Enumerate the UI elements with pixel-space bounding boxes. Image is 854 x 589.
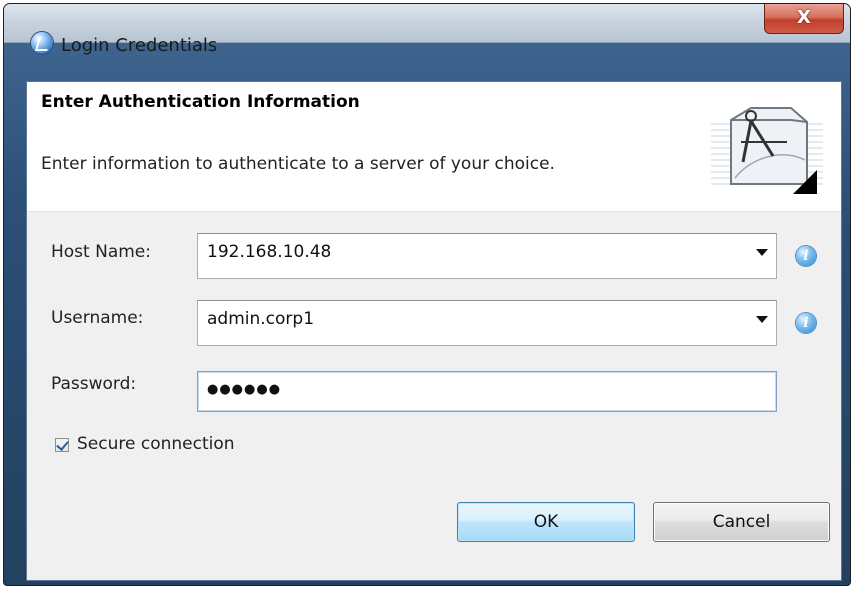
password-field[interactable]: ●●●●●● — [197, 371, 777, 412]
chevron-down-icon[interactable] — [756, 249, 768, 256]
compass-drafting-icon — [711, 107, 823, 194]
username-value: admin.corp1 — [207, 309, 315, 329]
username-combobox[interactable]: admin.corp1 — [197, 300, 777, 346]
info-icon[interactable]: i — [796, 246, 816, 266]
secure-connection-checkbox[interactable] — [55, 438, 69, 452]
header-description: Enter information to authenticate to a s… — [41, 154, 555, 174]
login-dialog-window: Login Credentials X Enter Authentication… — [3, 3, 851, 586]
dialog-body: Enter Authentication Information Enter i… — [26, 81, 842, 581]
info-icon[interactable]: i — [796, 313, 816, 333]
title-bar[interactable]: Login Credentials X — [4, 4, 850, 56]
close-button[interactable]: X — [764, 4, 844, 34]
password-label: Password: — [51, 374, 137, 394]
host-name-value: 192.168.10.48 — [207, 242, 332, 262]
host-name-combobox[interactable]: 192.168.10.48 — [197, 233, 777, 279]
password-masked-value: ●●●●●● — [207, 382, 282, 397]
host-name-label: Host Name: — [51, 242, 151, 262]
username-label: Username: — [51, 308, 144, 328]
dialog-header: Enter Authentication Information Enter i… — [27, 82, 841, 212]
app-icon — [31, 32, 53, 54]
chevron-down-icon[interactable] — [756, 316, 768, 323]
header-title: Enter Authentication Information — [41, 92, 360, 112]
cancel-button[interactable]: Cancel — [653, 502, 830, 542]
secure-connection-label[interactable]: Secure connection — [77, 434, 235, 454]
window-title: Login Credentials — [61, 35, 218, 56]
ok-button[interactable]: OK — [457, 502, 635, 542]
